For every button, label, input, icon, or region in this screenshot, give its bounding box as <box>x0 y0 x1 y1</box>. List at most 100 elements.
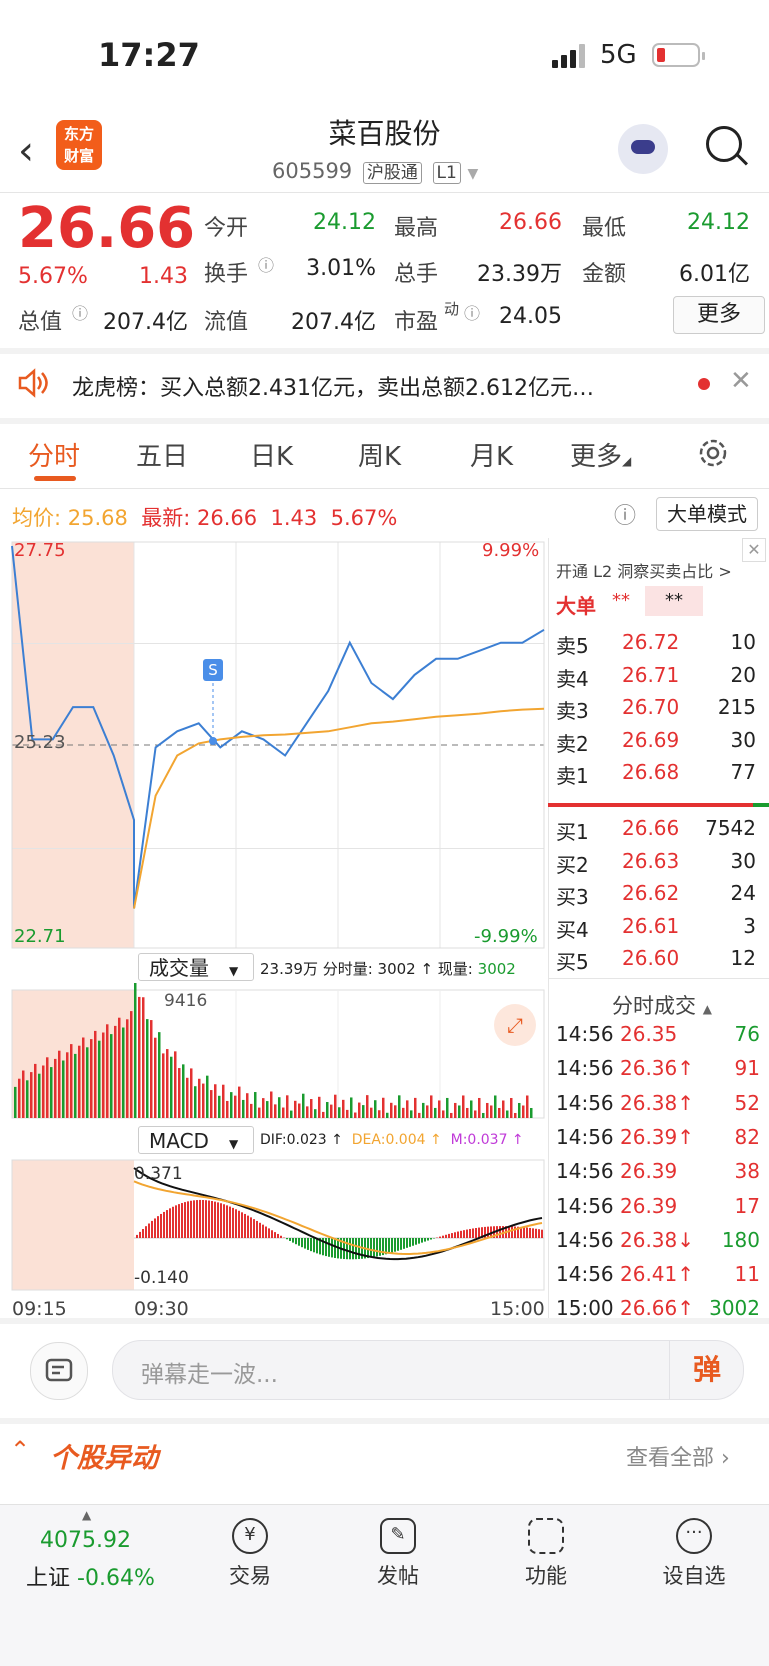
tab-weekly-k[interactable]: 周K <box>358 436 401 473</box>
search-icon-handle <box>735 153 749 166</box>
volume-bar <box>354 1112 357 1118</box>
high-label: 最高 <box>394 216 439 241</box>
ask-qty: 20 <box>730 662 756 687</box>
macd-max-label: 0.371 <box>134 1164 183 1184</box>
expand-icon[interactable]: ⤢ <box>494 1004 536 1046</box>
barrage-input[interactable]: 弹幕走一波... 弹 <box>112 1340 744 1400</box>
stock-subtitle[interactable]: 605599 沪股通 L1 ▼ <box>272 158 478 184</box>
volume-bar <box>290 1110 293 1118</box>
volume-selector[interactable]: 成交量 ▼ <box>138 953 254 981</box>
tab-daily-k[interactable]: 日K <box>250 436 293 473</box>
barrage-settings-icon[interactable] <box>30 1342 88 1400</box>
divider <box>0 488 769 489</box>
intraday-chart[interactable] <box>0 538 548 1318</box>
trade-row: 14:56 26.35 76 <box>556 1022 762 1056</box>
trade-price: 26.38↑ <box>620 1090 695 1115</box>
view-all-link[interactable]: 查看全部 › <box>626 1440 730 1472</box>
volume-bar <box>362 1105 365 1118</box>
more-button[interactable]: 更多 <box>673 296 765 334</box>
trades-header-label: 分时成交 <box>612 994 696 1018</box>
robot-avatar-icon[interactable] <box>618 124 668 174</box>
trade-qty: 11 <box>734 1262 760 1287</box>
nav-watchlist[interactable]: ··· 设自选 <box>634 1518 754 1590</box>
volume-bar <box>106 1024 109 1118</box>
volume-bar <box>422 1102 425 1118</box>
ask-bid-divider <box>548 803 769 807</box>
trade-time: 14:56 <box>556 1056 614 1081</box>
volume-bar <box>490 1105 493 1118</box>
ask-qty: 30 <box>730 727 756 752</box>
volume-bar <box>218 1095 221 1118</box>
volume-bar <box>270 1091 273 1118</box>
ask-label: 卖4 <box>556 666 589 691</box>
tab-monthly-k[interactable]: 月K <box>470 436 513 473</box>
volume-bar <box>430 1095 433 1118</box>
trades-header[interactable]: 分时成交 ▲ <box>612 990 712 1020</box>
volume-bar <box>114 1025 117 1118</box>
volume-bar <box>190 1068 193 1118</box>
nav-trade[interactable]: ¥ 交易 <box>190 1518 310 1590</box>
volume-bar <box>210 1090 213 1118</box>
nav-functions[interactable]: 功能 <box>486 1518 606 1590</box>
volume-bar <box>38 1073 41 1118</box>
volume-now: 3002 <box>477 960 516 978</box>
nav-post[interactable]: ✎ 发帖 <box>338 1518 458 1590</box>
low-value: 24.12 <box>687 210 750 235</box>
ask-bid-divider-green <box>753 803 769 807</box>
battery-icon <box>652 43 705 67</box>
float-value: 207.4亿 <box>291 310 376 335</box>
signal-marker[interactable]: S <box>203 659 223 681</box>
macd-selector[interactable]: MACD ▼ <box>138 1126 254 1154</box>
avg-price-line: 均价: 25.68 最新: 26.66 1.43 5.67% <box>12 502 397 532</box>
bid-label: 买2 <box>556 852 589 877</box>
volume-bar <box>14 1086 17 1118</box>
info-icon[interactable]: ⓘ <box>72 300 88 324</box>
pe-label: 市盈 <box>394 310 439 335</box>
volume-bar <box>54 1058 57 1118</box>
trade-time: 14:56 <box>556 1159 614 1184</box>
volume-bar <box>450 1112 453 1118</box>
tab-more[interactable]: 更多◢ <box>570 436 631 473</box>
volume-bar <box>434 1107 437 1118</box>
notice-text[interactable]: 龙虎榜：买入总额2.431亿元，卖出总额2.612亿元… <box>72 370 594 402</box>
bid-qty: 7542 <box>705 816 756 840</box>
pct-min-label: -9.99% <box>474 926 538 947</box>
gear-icon[interactable] <box>696 436 730 470</box>
volume-bar <box>50 1067 53 1118</box>
close-icon[interactable]: ✕ <box>730 366 752 396</box>
volume-bar <box>134 983 137 1118</box>
volume-bar <box>226 1100 229 1118</box>
volume-bar <box>154 1037 157 1118</box>
volume-bar <box>170 1056 173 1118</box>
volume-bar <box>18 1078 21 1118</box>
index-value[interactable]: 4075.92 <box>40 1528 131 1553</box>
volume-bar <box>294 1100 297 1118</box>
l2-promo[interactable]: 开通 L2 洞察买卖占比 > <box>556 558 732 582</box>
volume-bar <box>506 1110 509 1118</box>
help-icon[interactable]: ⓘ <box>614 498 636 530</box>
tab-intraday[interactable]: 分时 <box>28 436 80 473</box>
volume-bar <box>254 1092 257 1118</box>
volume-bar <box>70 1044 73 1118</box>
trade-qty: 76 <box>734 1022 760 1046</box>
close-icon[interactable]: ✕ <box>742 538 766 562</box>
big-order-mode-button[interactable]: 大单模式 <box>656 497 758 531</box>
bid-price: 26.61 <box>622 913 680 938</box>
nav-trade-label: 交易 <box>229 1564 271 1588</box>
trade-row: 14:56 26.39 38 <box>556 1159 762 1193</box>
low-label: 最低 <box>582 216 627 241</box>
nav-functions-label: 功能 <box>525 1564 567 1588</box>
pe-value: 24.05 <box>499 304 562 329</box>
amount-label: 金额 <box>582 262 627 287</box>
chevron-up-icon[interactable]: ⌃ <box>10 1436 30 1464</box>
index-line[interactable]: 上证 -0.64% <box>26 1560 155 1592</box>
bid-row: 买1 26.66 7542 <box>556 816 760 848</box>
trade-price: 26.35 <box>620 1022 678 1046</box>
tab-five-day[interactable]: 五日 <box>136 436 188 473</box>
ask-qty: 10 <box>730 630 756 654</box>
index-name: 上证 <box>26 1566 71 1591</box>
bid-price: 26.62 <box>622 881 680 905</box>
volume-bar <box>166 1049 169 1118</box>
barrage-send-button[interactable]: 弹 <box>669 1341 744 1399</box>
info-icon[interactable]: ⓘ <box>258 252 274 276</box>
